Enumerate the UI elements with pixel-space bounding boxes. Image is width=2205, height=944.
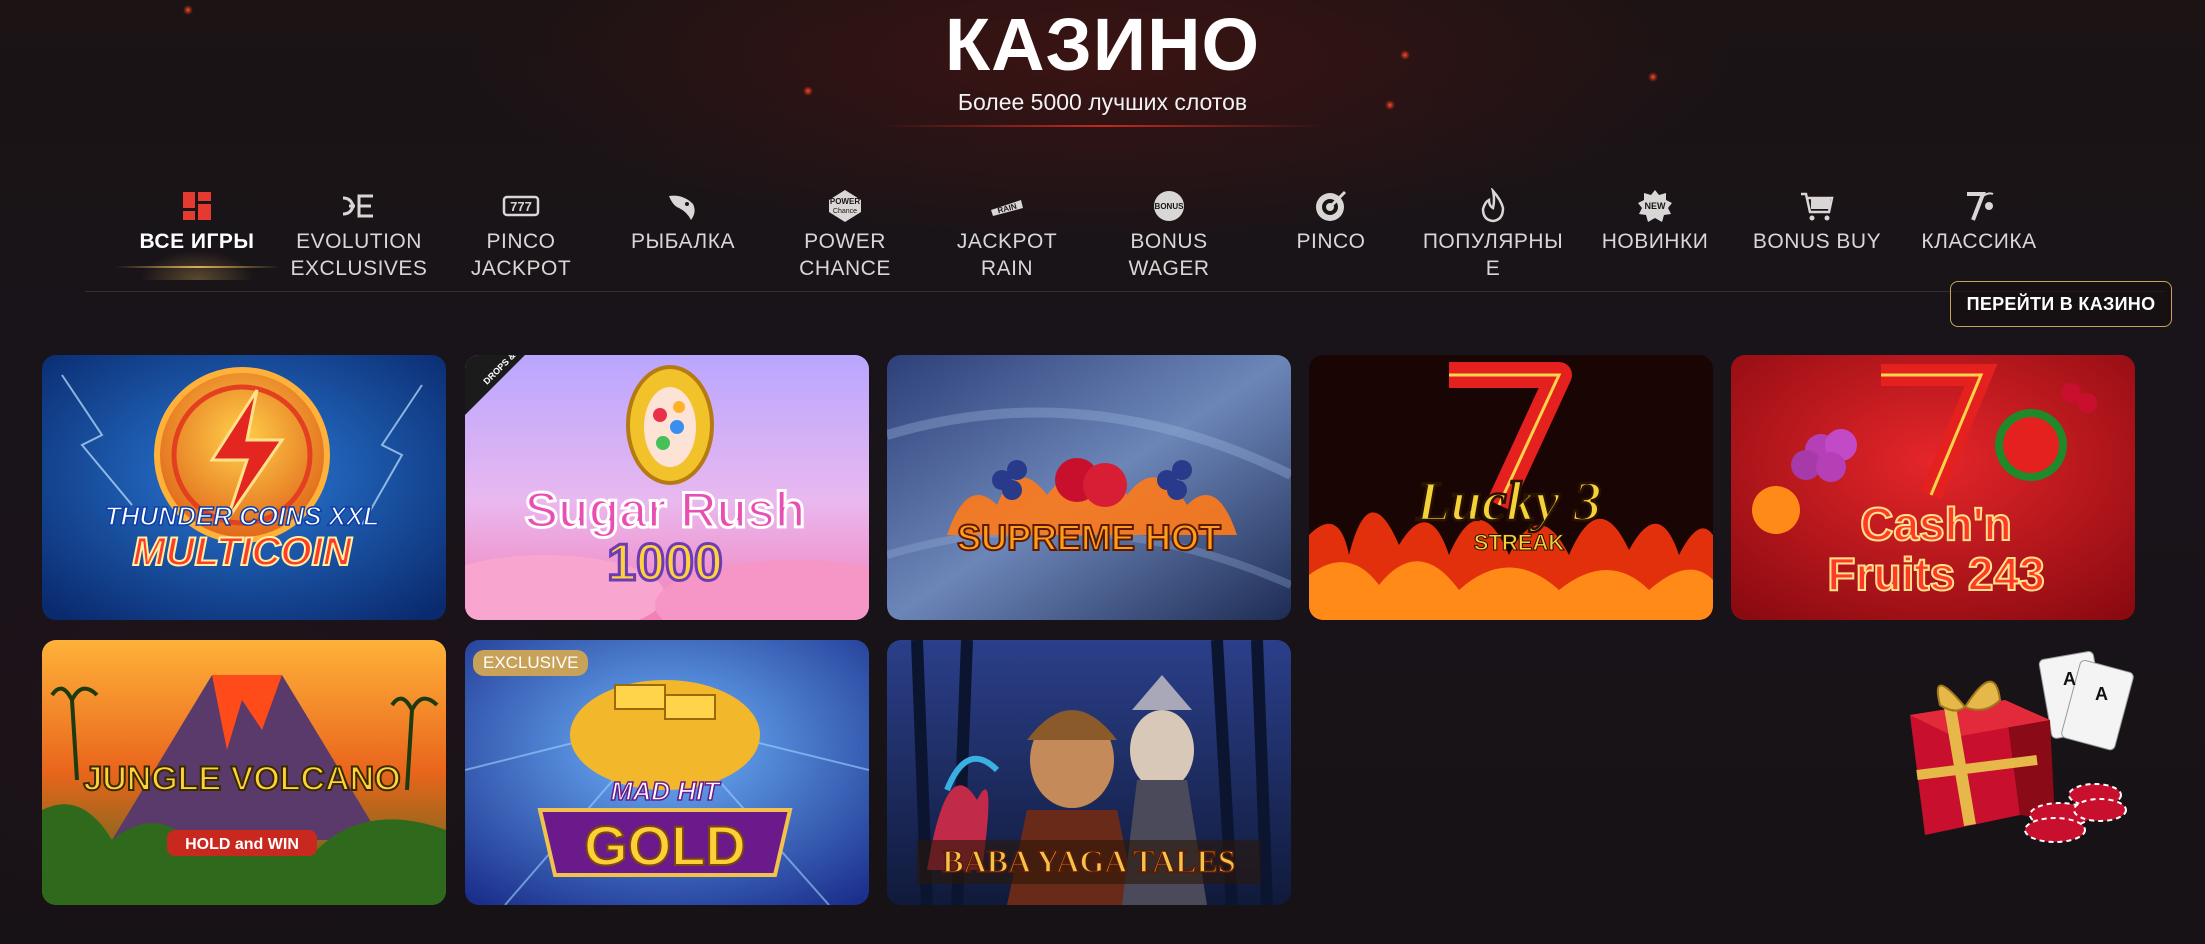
svg-text:RAIN: RAIN (997, 202, 1018, 216)
tab-new[interactable]: NEW НОВИНКИ (1580, 188, 1730, 255)
go-to-casino-button[interactable]: ПЕРЕЙТИ В КАЗИНО (1950, 281, 2172, 327)
tab-label: КЛАССИКА (1921, 230, 2037, 253)
game-thumbnail: THUNDER COINS XXL MULTICOIN (42, 355, 446, 620)
fish-icon (669, 195, 695, 220)
target-icon (1316, 190, 1347, 221)
game-title-line1: Cash'n (1860, 498, 2012, 550)
game-title-line2: 1000 (607, 534, 723, 592)
tab-all-games[interactable]: ВСЕ ИГРЫ (122, 188, 272, 255)
grid-icon (183, 192, 211, 220)
cart-icon (1801, 192, 1834, 221)
svg-text:A: A (2063, 669, 2076, 689)
game-card-sugar-rush[interactable]: DROPS & WINS Sugar Rush 1000 (465, 355, 869, 620)
svg-text:POWER: POWER (830, 197, 860, 206)
active-tab-underline (115, 266, 280, 268)
tab-label: JACKPOT RAIN (956, 230, 1058, 280)
tab-jackpot-rain[interactable]: RAIN JACKPOT RAIN (932, 188, 1082, 282)
exclusive-badge: EXCLUSIVE (473, 650, 589, 676)
tab-bonus-buy[interactable]: BONUS BUY (1742, 188, 1892, 255)
fire-icon (1481, 188, 1505, 223)
slot-777-icon: 777 (502, 195, 540, 217)
tab-fishing[interactable]: РЫБАЛКА (608, 188, 758, 255)
game-thumbnail: Cash'n Fruits 243 (1731, 355, 2135, 620)
category-tabs: ВСЕ ИГРЫ EVOLUTION EXCLUSIVES 777 PINCO … (100, 188, 2080, 288)
game-title-line1: SUPREME HOT (957, 517, 1221, 558)
tab-bonus-wager[interactable]: BONUS BONUS WAGER (1094, 188, 1244, 282)
gift-box-cards-decoration: A A (1910, 651, 2134, 843)
new-badge-icon: NEW (1638, 190, 1672, 222)
game-title-line1: THUNDER COINS XXL (105, 501, 379, 531)
tab-label: НОВИНКИ (1601, 230, 1709, 253)
game-thumbnail: DROPS & WINS Sugar Rush 1000 (465, 355, 869, 620)
game-title-line1: Lucky 3 (1415, 471, 1601, 533)
svg-text:Chance: Chance (833, 208, 857, 215)
tab-label: PINCO (1296, 230, 1366, 253)
page-title: КАЗИНО (944, 3, 1261, 86)
tab-pinco-jackpot[interactable]: 777 PINCO JACKPOT (446, 188, 596, 282)
power-chance-icon: POWER Chance (829, 190, 861, 222)
game-card-mad-hit-gold[interactable]: MAD HIT GOLD EXCLUSIVE (465, 640, 869, 905)
tab-label: EVOLUTION EXCLUSIVES (290, 230, 428, 280)
tab-label: BONUS BUY (1752, 230, 1882, 253)
tab-label: POWER CHANCE (799, 230, 891, 280)
game-card-baba-yaga-tales[interactable]: BABA YAGA TALES (887, 640, 1291, 905)
game-title-line1: MAD HIT (611, 776, 721, 806)
rain-icon: RAIN (991, 200, 1023, 216)
game-thumbnail: SUPREME HOT (887, 355, 1291, 620)
svg-text:777: 777 (510, 199, 532, 214)
game-card-jungle-volcano[interactable]: JUNGLE VOLCANO HOLD and WIN (42, 640, 446, 905)
tab-label: ПОПУЛЯРНЫЕ (1422, 230, 1564, 280)
tab-power-chance[interactable]: POWER Chance POWER CHANCE (770, 188, 920, 282)
seven-cherry-icon (1967, 192, 1994, 221)
tab-label: РЫБАЛКА (631, 230, 735, 253)
svg-text:A: A (2095, 684, 2108, 704)
tab-evolution-exclusives[interactable]: EVOLUTION EXCLUSIVES (284, 188, 434, 282)
game-title-line2: STREAK (1474, 530, 1565, 555)
game-thumbnail: JUNGLE VOLCANO HOLD and WIN (42, 640, 446, 905)
game-card-lucky-streak[interactable]: Lucky 3 STREAK (1309, 355, 1713, 620)
active-tab-glow (140, 250, 255, 280)
page-subtitle: Более 5000 лучших слотов (957, 89, 1248, 115)
game-thumbnail: Lucky 3 STREAK (1309, 355, 1713, 620)
tabs-divider (85, 291, 2165, 292)
game-title-line1: BABA YAGA TALES (942, 843, 1235, 879)
evolution-logo-icon (342, 194, 373, 218)
tab-pinco[interactable]: PINCO (1256, 188, 1406, 255)
title-divider (880, 125, 1325, 127)
bonus-badge-icon: BONUS (1154, 191, 1185, 221)
game-card-cash-n-fruits[interactable]: Cash'n Fruits 243 (1731, 355, 2135, 620)
tab-classic[interactable]: КЛАССИКА (1904, 188, 2054, 255)
svg-text:NEW: NEW (1645, 201, 1667, 211)
game-title-line2: GOLD (584, 814, 746, 877)
game-card-thunder-coins[interactable]: THUNDER COINS XXL MULTICOIN (42, 355, 446, 620)
game-title-line2: HOLD and WIN (185, 836, 299, 853)
tab-popular[interactable]: ПОПУЛЯРНЫЕ (1418, 188, 1568, 282)
game-title-line2: Fruits 243 (1827, 548, 2044, 600)
game-title-line1: JUNGLE VOLCANO (83, 760, 400, 798)
svg-text:BONUS: BONUS (1155, 202, 1185, 211)
game-card-supreme-hot[interactable]: SUPREME HOT (887, 355, 1291, 620)
tab-label: BONUS WAGER (1128, 230, 1210, 280)
game-thumbnail: BABA YAGA TALES (887, 640, 1291, 905)
game-thumbnail: MAD HIT GOLD (465, 640, 869, 905)
game-title-line2: MULTICOIN (132, 530, 352, 574)
game-title-line1: Sugar Rush (525, 482, 806, 538)
tab-label: PINCO JACKPOT (470, 230, 572, 280)
